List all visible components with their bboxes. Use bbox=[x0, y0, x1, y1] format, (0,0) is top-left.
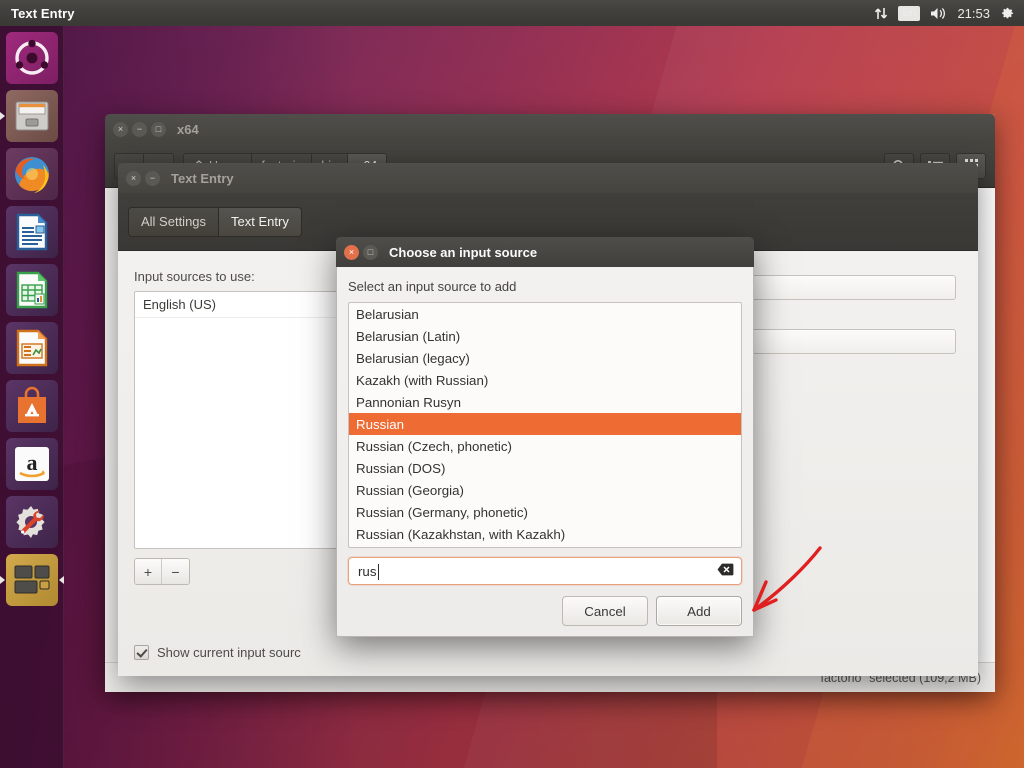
cancel-button[interactable]: Cancel bbox=[562, 596, 648, 626]
keyboard-layout-indicator[interactable]: En bbox=[898, 5, 921, 21]
top-panel: Text Entry En 21:53 bbox=[0, 0, 1024, 26]
list-item[interactable]: Russian (Czech, phonetic) bbox=[349, 435, 741, 457]
launcher-item-system-settings[interactable] bbox=[5, 496, 58, 548]
panel-indicators: En 21:53 bbox=[874, 5, 1024, 21]
list-item[interactable]: Belarusian bbox=[349, 303, 741, 325]
list-item-selected[interactable]: Russian bbox=[349, 413, 741, 435]
workspace-switcher-icon bbox=[14, 565, 49, 594]
minimize-icon[interactable]: − bbox=[145, 170, 160, 186]
remove-source-button[interactable]: − bbox=[162, 559, 189, 584]
text-entry-titlebar[interactable]: × − Text Entry bbox=[118, 163, 978, 193]
presentation-icon bbox=[16, 329, 47, 367]
tab-text-entry[interactable]: Text Entry bbox=[219, 207, 301, 236]
launcher-item-files[interactable] bbox=[0, 90, 58, 142]
launcher-item-ubuntu-dash[interactable] bbox=[5, 32, 58, 84]
add-button[interactable]: Add bbox=[656, 596, 742, 626]
maximize-icon[interactable]: □ bbox=[363, 244, 378, 260]
show-current-source-checkbox[interactable] bbox=[134, 645, 149, 660]
text-entry-title: Text Entry bbox=[171, 170, 234, 186]
input-source-list[interactable]: Belarusian Belarusian (Latin) Belarusian… bbox=[348, 302, 742, 548]
list-item[interactable]: Russian (Kazakhstan, with Kazakh) bbox=[349, 523, 741, 545]
launcher-item-amazon[interactable]: a bbox=[5, 438, 58, 490]
list-item[interactable]: Russian (Georgia) bbox=[349, 479, 741, 501]
show-current-source-row: Show current input sourc bbox=[134, 645, 301, 660]
close-icon[interactable]: × bbox=[113, 121, 128, 137]
list-item[interactable]: Belarusian (Latin) bbox=[349, 325, 741, 347]
settings-breadcrumb-segments: All Settings Text Entry bbox=[128, 206, 302, 237]
search-input[interactable]: rus bbox=[348, 557, 742, 585]
file-cabinet-icon bbox=[15, 101, 48, 131]
add-remove-group: + − bbox=[134, 558, 190, 585]
panel-app-title[interactable]: Text Entry bbox=[11, 6, 75, 21]
close-icon[interactable]: × bbox=[344, 244, 359, 260]
clear-text-icon[interactable] bbox=[717, 563, 734, 579]
spreadsheet-icon bbox=[16, 271, 47, 309]
choose-input-source-dialog[interactable]: × □ Choose an input source Select an inp… bbox=[336, 237, 754, 637]
maximize-icon[interactable]: □ bbox=[151, 121, 166, 137]
svg-text:a: a bbox=[26, 450, 37, 475]
launcher-item-libreoffice-impress[interactable] bbox=[5, 322, 58, 374]
launcher-item-workspace-switcher[interactable] bbox=[0, 554, 64, 606]
minimize-icon[interactable]: − bbox=[132, 121, 147, 137]
document-icon bbox=[16, 213, 47, 251]
tab-all-settings[interactable]: All Settings bbox=[129, 207, 220, 236]
launcher-item-firefox[interactable] bbox=[5, 148, 58, 200]
volume-icon[interactable] bbox=[930, 6, 947, 21]
launcher-item-libreoffice-calc[interactable] bbox=[5, 264, 58, 316]
firefox-icon bbox=[14, 157, 49, 193]
launcher-item-libreoffice-writer[interactable] bbox=[5, 206, 58, 258]
nautilus-titlebar[interactable]: × − □ x64 bbox=[105, 114, 995, 144]
amazon-icon: a bbox=[14, 447, 49, 481]
list-item[interactable]: Russian (Germany, phonetic) bbox=[349, 501, 741, 523]
dialog-titlebar[interactable]: × □ Choose an input source bbox=[336, 237, 754, 267]
list-item[interactable]: Russian (DOS) bbox=[349, 457, 741, 479]
dialog-window-buttons: × □ bbox=[344, 244, 378, 260]
add-source-button[interactable]: + bbox=[135, 559, 162, 584]
list-item[interactable]: Pannonian Rusyn bbox=[349, 391, 741, 413]
dialog-actions: Cancel Add bbox=[348, 596, 742, 626]
list-item[interactable]: Belarusian (legacy) bbox=[349, 347, 741, 369]
nautilus-window-buttons: × − □ bbox=[113, 121, 166, 137]
software-bag-icon bbox=[17, 386, 46, 423]
ubuntu-logo-icon bbox=[14, 39, 49, 75]
nautilus-title: x64 bbox=[177, 121, 199, 137]
text-entry-window-buttons: × − bbox=[126, 170, 160, 186]
dialog-title: Choose an input source bbox=[389, 244, 538, 260]
network-updown-icon[interactable] bbox=[874, 6, 888, 21]
settings-gear-wrench-icon bbox=[15, 506, 45, 538]
dialog-body: Select an input source to add Belarusian… bbox=[336, 267, 754, 637]
clock[interactable]: 21:53 bbox=[957, 6, 990, 21]
gear-icon[interactable] bbox=[1000, 6, 1015, 21]
close-icon[interactable]: × bbox=[126, 170, 141, 186]
list-item[interactable]: Russian (legacy) bbox=[349, 545, 741, 547]
dialog-subtitle: Select an input source to add bbox=[348, 279, 517, 294]
search-input-value: rus bbox=[358, 563, 381, 580]
show-current-source-label: Show current input sourc bbox=[157, 645, 301, 660]
launcher-item-ubuntu-software[interactable] bbox=[5, 380, 58, 432]
list-item[interactable]: Kazakh (with Russian) bbox=[349, 369, 741, 391]
unity-launcher: a bbox=[0, 26, 64, 768]
